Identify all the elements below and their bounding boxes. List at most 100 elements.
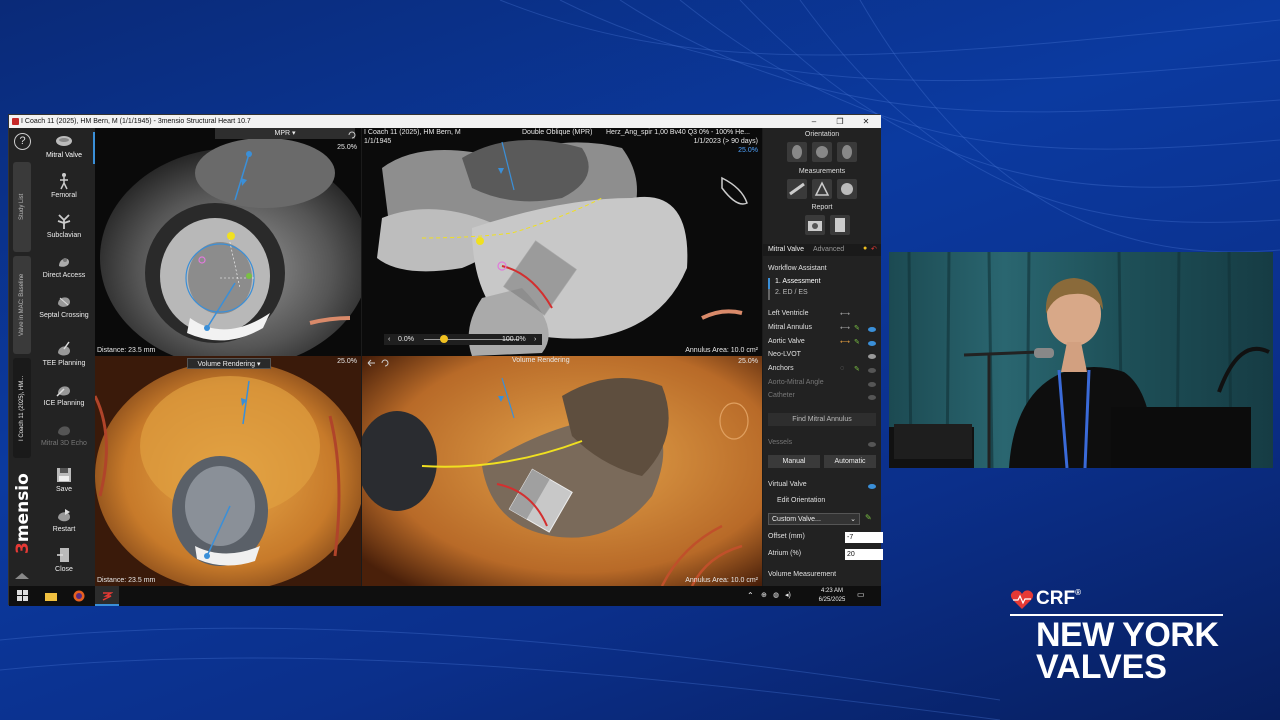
right-panel: Orientation Measurements Report Mitral V… <box>763 128 883 586</box>
tee-planning-icon <box>58 341 70 356</box>
maximize-button[interactable]: ❐ <box>827 115 853 128</box>
viewport-volume-rendering-left[interactable]: Volume Rendering ▾ 25.0% Distance: 23.5 … <box>95 356 361 586</box>
file-explorer-icon[interactable] <box>45 590 57 602</box>
rotate-view-icon[interactable] <box>347 130 357 140</box>
report-document-button[interactable] <box>830 215 850 235</box>
automatic-button[interactable]: Automatic <box>824 455 876 468</box>
mpr-view-selector[interactable]: MPR ▾ <box>215 128 355 139</box>
taskbar-3mensio-app[interactable] <box>95 586 119 606</box>
measure-area-button[interactable] <box>837 179 857 199</box>
custom-valve-select[interactable]: Custom Valve... ⌄ <box>768 513 860 525</box>
minimize-button[interactable]: – <box>801 115 827 128</box>
arrow-icon: ⟷ <box>840 339 851 346</box>
taskbar-date: 6/25/2025 <box>818 597 846 603</box>
visibility-eye-icon[interactable] <box>868 442 876 447</box>
edit-valve-pencil-icon[interactable]: ✎ <box>865 513 872 522</box>
screenshot-button[interactable] <box>805 215 825 235</box>
tray-volume-icon[interactable]: ◂) <box>785 591 791 599</box>
volume-measurement-row[interactable]: Volume Measurement <box>768 571 878 582</box>
edit-pencil-icon[interactable]: ✎ <box>854 338 860 346</box>
structure-aortic-valve[interactable]: Aortic Valve ⟷ ✎ <box>768 338 878 349</box>
visibility-eye-icon[interactable] <box>868 354 876 359</box>
tool-close[interactable]: Close <box>33 546 95 573</box>
tab-study-list[interactable]: Study List <box>13 162 31 252</box>
slider-next-arrow[interactable]: › <box>534 336 536 343</box>
tool-mitral-valve[interactable]: Mitral Valve <box>33 132 95 159</box>
area-icon <box>841 183 853 195</box>
double-oblique-zoom: 25.0% <box>738 147 758 154</box>
virtual-valve-row[interactable]: Virtual Valve <box>768 481 878 492</box>
windows-taskbar: ⌃ ⊕ ◍ ◂) 4:23 AM 6/25/2025 ▭ <box>9 586 881 606</box>
measure-distance-button[interactable] <box>787 179 807 199</box>
visibility-eye-icon[interactable] <box>868 382 876 387</box>
structure-left-ventricle[interactable]: Left Ventricle ⟷ <box>768 310 878 321</box>
workflow-step-assessment[interactable]: 1. Assessment <box>768 278 878 289</box>
vr-left-distance: Distance: 23.5 mm <box>97 577 156 584</box>
vr-nav-icons[interactable] <box>366 358 392 368</box>
orientation-lateral-button[interactable] <box>812 142 832 162</box>
mitral-valve-icon <box>56 136 72 146</box>
firefox-icon[interactable] <box>73 590 85 602</box>
visibility-eye-icon[interactable] <box>868 341 876 346</box>
edit-pencil-icon[interactable]: ✎ <box>854 324 860 332</box>
hint-bulb-icon[interactable]: ● <box>863 245 867 252</box>
atrium-input[interactable]: 20 <box>845 549 883 560</box>
close-icon <box>57 548 69 562</box>
window-close-button[interactable]: ✕ <box>853 115 879 128</box>
orientation-posterior-button[interactable] <box>837 142 857 162</box>
manual-button[interactable]: Manual <box>768 455 820 468</box>
start-menu-icon[interactable] <box>17 590 29 602</box>
structure-catheter[interactable]: Catheter <box>768 392 878 403</box>
angle-icon <box>814 181 830 196</box>
tool-mitral-3d-echo[interactable]: Mitral 3D Echo <box>33 420 95 447</box>
tool-tee-planning[interactable]: TEE Planning <box>33 340 95 367</box>
orientation-anterior-button[interactable] <box>787 142 807 162</box>
tool-femoral[interactable]: Femoral <box>33 172 95 199</box>
head-back-icon <box>842 145 852 159</box>
slider-prev-arrow[interactable]: ‹ <box>388 336 390 343</box>
notifications-icon[interactable]: ▭ <box>857 590 865 599</box>
visibility-eye-icon[interactable] <box>868 368 876 373</box>
tool-save[interactable]: Save <box>33 466 95 493</box>
tray-chevron-up-icon[interactable]: ⌃ <box>747 591 754 600</box>
taskbar-time: 4:23 AM <box>820 588 843 594</box>
structure-anchors[interactable]: Anchors ◌ ✎ <box>768 365 878 376</box>
structure-mitral-annulus[interactable]: Mitral Annulus ⟷ ✎ <box>768 324 878 335</box>
septal-crossing-icon <box>58 297 70 307</box>
visibility-eye-icon[interactable] <box>868 484 876 489</box>
undo-icon[interactable]: ↶ <box>871 245 877 253</box>
structure-neo-lvot[interactable]: Neo-LVOT <box>768 351 878 362</box>
tab-advanced[interactable]: Advanced <box>813 246 844 253</box>
mpr-distance: Distance: 23.5 mm <box>97 347 156 354</box>
viewport-double-oblique[interactable]: I Coach 11 (2025), HM Bern, M 1/1/1945 D… <box>362 128 762 356</box>
volume-rendering-selector[interactable]: Volume Rendering ▾ <box>187 358 271 369</box>
tray-globe-icon[interactable]: ◍ <box>773 591 779 599</box>
tool-direct-access[interactable]: Direct Access <box>33 252 95 279</box>
edit-orientation-checkbox[interactable]: Edit Orientation <box>768 497 878 508</box>
viewport-volume-rendering-right[interactable]: Volume Rendering 25.0% Annulus Area: 10.… <box>362 356 762 586</box>
visibility-eye-icon[interactable] <box>868 327 876 332</box>
visibility-eye-icon[interactable] <box>868 395 876 400</box>
help-button[interactable]: ? <box>14 133 31 150</box>
tool-subclavian[interactable]: Subclavian <box>33 212 95 239</box>
tool-ice-planning[interactable]: ICE Planning <box>33 380 95 407</box>
crf-wordmark: CRF® <box>1036 588 1081 609</box>
offset-input[interactable]: -7 <box>845 532 883 543</box>
tray-network-icon[interactable]: ⊕ <box>761 591 767 599</box>
viewport-mpr[interactable]: MPR ▾ 25.0% Distance: 23.5 mm <box>95 128 361 356</box>
logo-valves: VALVES <box>1036 648 1167 686</box>
tab-mitral-valve[interactable]: Mitral Valve <box>768 246 804 253</box>
slider-handle[interactable] <box>440 335 448 343</box>
phase-slider[interactable]: ‹ 0.0% 100.0% › <box>384 334 542 345</box>
vessels-row[interactable]: Vessels <box>768 439 878 450</box>
tool-septal-crossing[interactable]: Septal Crossing <box>33 292 95 319</box>
direct-access-icon <box>59 258 69 267</box>
find-mitral-annulus-button[interactable]: Find Mitral Annulus <box>768 413 876 426</box>
tab-valve-in-mac[interactable]: Valve in MAC: Baseline <box>13 256 31 354</box>
workflow-step-ed-es[interactable]: 2. ED / ES <box>768 289 878 300</box>
tab-current-study[interactable]: I Coach 11 (2025), HM... <box>13 358 31 458</box>
tool-restart[interactable]: Restart <box>33 506 95 533</box>
measure-angle-button[interactable] <box>812 179 832 199</box>
structure-aorto-mitral-angle[interactable]: Aorto-Mitral Angle <box>768 379 878 390</box>
edit-pencil-icon[interactable]: ✎ <box>854 365 860 373</box>
